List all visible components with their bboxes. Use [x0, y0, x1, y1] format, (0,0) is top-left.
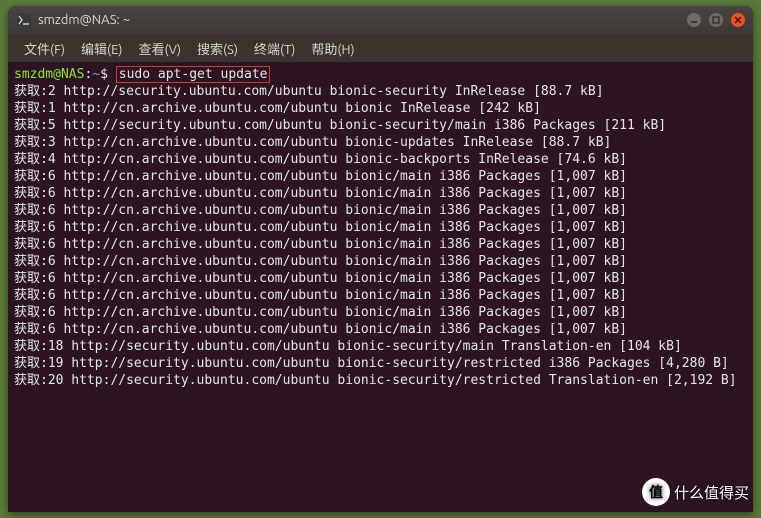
titlebar[interactable]: smzdm@NAS: ~ [8, 6, 753, 34]
menu-help[interactable]: 帮助(H) [305, 37, 360, 60]
output-line: 获取:6 http://cn.archive.ubuntu.com/ubuntu… [14, 304, 747, 321]
prompt-userhost: smzdm@NAS [14, 67, 84, 82]
window-controls [687, 13, 745, 27]
output-line: 获取:19 http://security.ubuntu.com/ubuntu … [14, 355, 747, 372]
watermark: 值 什么值得买 [642, 478, 749, 506]
prompt-line: smzdm@NAS:~$ sudo apt-get update [14, 66, 747, 83]
output-line: 获取:6 http://cn.archive.ubuntu.com/ubuntu… [14, 321, 747, 338]
menu-file[interactable]: 文件(F) [18, 37, 71, 60]
output-line: 获取:5 http://security.ubuntu.com/ubuntu b… [14, 117, 747, 134]
command-highlight: sudo apt-get update [116, 66, 271, 83]
menu-view[interactable]: 查看(V) [133, 37, 187, 60]
minimize-button[interactable] [687, 13, 701, 27]
output-line: 获取:6 http://cn.archive.ubuntu.com/ubuntu… [14, 287, 747, 304]
output-line: 获取:6 http://cn.archive.ubuntu.com/ubuntu… [14, 270, 747, 287]
menu-search[interactable]: 搜索(S) [191, 37, 244, 60]
window-title: smzdm@NAS: ~ [38, 13, 687, 27]
watermark-badge-icon: 值 [642, 478, 670, 506]
terminal-output: 获取:2 http://security.ubuntu.com/ubuntu b… [14, 83, 747, 389]
menu-edit[interactable]: 编辑(E) [75, 37, 128, 60]
prompt-sep2: $ [100, 67, 108, 82]
terminal-icon [16, 12, 32, 28]
menubar: 文件(F) 编辑(E) 查看(V) 搜索(S) 终端(T) 帮助(H) [8, 34, 753, 62]
output-line: 获取:6 http://cn.archive.ubuntu.com/ubuntu… [14, 236, 747, 253]
close-button[interactable] [731, 13, 745, 27]
output-line: 获取:3 http://cn.archive.ubuntu.com/ubuntu… [14, 134, 747, 151]
menu-terminal[interactable]: 终端(T) [248, 37, 301, 60]
output-line: 获取:6 http://cn.archive.ubuntu.com/ubuntu… [14, 253, 747, 270]
maximize-button[interactable] [709, 13, 723, 27]
watermark-text: 什么值得买 [674, 482, 749, 503]
output-line: 获取:2 http://security.ubuntu.com/ubuntu b… [14, 83, 747, 100]
output-line: 获取:6 http://cn.archive.ubuntu.com/ubuntu… [14, 168, 747, 185]
output-line: 获取:20 http://security.ubuntu.com/ubuntu … [14, 372, 747, 389]
command-text: sudo apt-get update [119, 67, 268, 82]
prompt-path: ~ [92, 67, 100, 82]
output-line: 获取:6 http://cn.archive.ubuntu.com/ubuntu… [14, 202, 747, 219]
terminal-body[interactable]: smzdm@NAS:~$ sudo apt-get update 获取:2 ht… [8, 62, 753, 512]
terminal-window: smzdm@NAS: ~ 文件(F) 编辑(E) 查看(V) 搜索(S) 终端(… [8, 6, 753, 512]
output-line: 获取:1 http://cn.archive.ubuntu.com/ubuntu… [14, 100, 747, 117]
output-line: 获取:18 http://security.ubuntu.com/ubuntu … [14, 338, 747, 355]
output-line: 获取:6 http://cn.archive.ubuntu.com/ubuntu… [14, 219, 747, 236]
output-line: 获取:6 http://cn.archive.ubuntu.com/ubuntu… [14, 185, 747, 202]
output-line: 获取:4 http://cn.archive.ubuntu.com/ubuntu… [14, 151, 747, 168]
